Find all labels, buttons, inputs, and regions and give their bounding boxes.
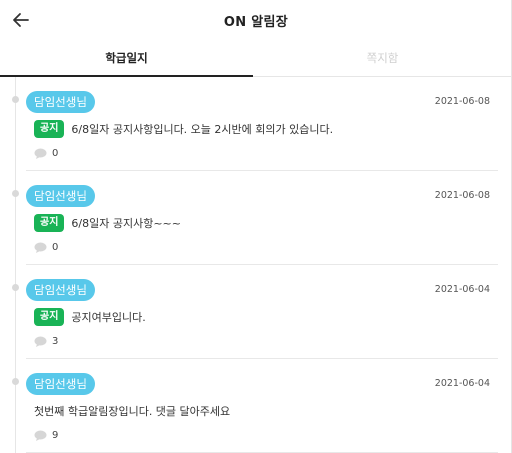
- post-message: 첫번째 학급알림장입니다. 댓글 달아주세요: [34, 405, 231, 418]
- tab-messages[interactable]: 쪽지함: [253, 42, 512, 77]
- post-item[interactable]: 담임선생님 2021-06-04 공지 공지여부입니다. 3: [0, 265, 512, 359]
- post-date: 2021-06-08: [434, 190, 490, 201]
- post-body: 공지 공지여부입니다.: [34, 308, 146, 326]
- tab-label: 학급일지: [105, 51, 148, 65]
- comment-count-value: 0: [52, 147, 59, 159]
- timeline-dot: [12, 378, 19, 385]
- sender-pill: 담임선생님: [26, 91, 95, 113]
- post-item[interactable]: 담임선생님 2021-06-04 첫번째 학급알림장입니다. 댓글 달아주세요 …: [0, 359, 512, 453]
- timeline-dot: [12, 96, 19, 103]
- timeline-dot: [12, 284, 19, 291]
- post-message: 공지여부입니다.: [71, 311, 146, 324]
- post-message: 6/8일자 공지사항~~~: [71, 217, 181, 230]
- sender-pill: 담임선생님: [26, 185, 95, 207]
- comment-count[interactable]: 9: [34, 428, 58, 442]
- tab-bar: 학급일지 쪽지함: [0, 42, 512, 77]
- comment-count-value: 0: [52, 241, 59, 253]
- comment-count[interactable]: 3: [34, 334, 58, 348]
- post-body: 첫번째 학급알림장입니다. 댓글 달아주세요: [34, 402, 230, 420]
- comment-count-value: 3: [52, 335, 59, 347]
- comment-count[interactable]: 0: [34, 240, 58, 254]
- comment-bubble-icon: [34, 242, 47, 253]
- post-date: 2021-06-04: [434, 284, 490, 295]
- post-body: 공지 6/8일자 공지사항입니다. 오늘 2시반에 회의가 있습니다.: [34, 120, 333, 138]
- post-feed: 담임선생님 2021-06-08 공지 6/8일자 공지사항입니다. 오늘 2시…: [0, 77, 512, 453]
- comment-bubble-icon: [34, 430, 47, 441]
- post-message: 6/8일자 공지사항입니다. 오늘 2시반에 회의가 있습니다.: [71, 123, 334, 136]
- post-item[interactable]: 담임선생님 2021-06-08 공지 6/8일자 공지사항입니다. 오늘 2시…: [0, 77, 512, 171]
- sender-pill: 담임선생님: [26, 279, 95, 301]
- comment-bubble-icon: [34, 336, 47, 347]
- comment-bubble-icon: [34, 148, 47, 159]
- post-body: 공지 6/8일자 공지사항~~~: [34, 214, 181, 232]
- page-title: ON 알림장: [223, 15, 289, 30]
- tab-class-journal[interactable]: 학급일지: [0, 42, 253, 77]
- post-item[interactable]: 담임선생님 2021-06-08 공지 6/8일자 공지사항~~~ 0: [0, 171, 512, 265]
- timeline-dot: [12, 190, 19, 197]
- post-date: 2021-06-08: [434, 96, 490, 107]
- comment-count-value: 9: [52, 429, 59, 441]
- post-date: 2021-06-04: [434, 378, 490, 389]
- notice-badge: 공지: [34, 214, 65, 232]
- notice-badge: 공지: [34, 120, 65, 138]
- notice-badge: 공지: [34, 308, 65, 326]
- sender-pill: 담임선생님: [26, 373, 95, 395]
- app-header: ON 알림장: [0, 0, 512, 42]
- comment-count[interactable]: 0: [34, 146, 58, 160]
- tab-label: 쪽지함: [366, 51, 399, 65]
